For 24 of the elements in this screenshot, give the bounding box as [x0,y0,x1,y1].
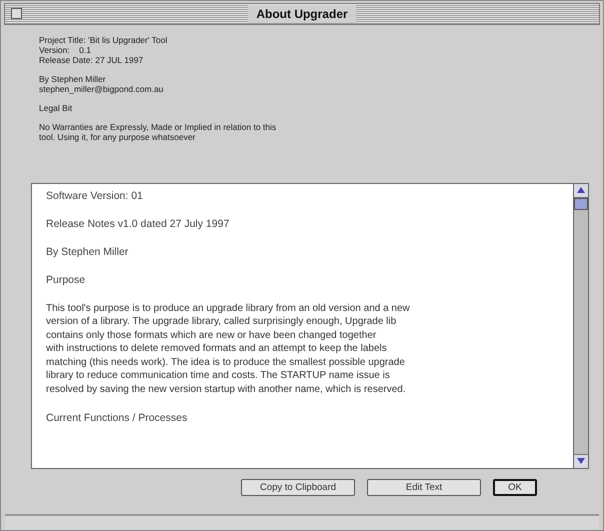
legal-text-line: tool. Using it, for any purpose whatsoever [39,132,196,142]
window-title: About Upgrader [248,4,356,23]
project-info-line: Project Title: 'Bit lis Upgrader' Tool [39,34,168,45]
up-arrow-icon[interactable] [577,187,585,194]
close-box[interactable] [11,8,22,19]
scroll-thumb[interactable] [574,198,588,210]
notes-paragraph: This tool's purpose is to produce an upgrade library from an old version and a new version of a library. The upgrade library, called surprisingly enough, Upgrade lib contains only those formats which are new or have been changed together with instructions to delete removed formats and an attempt to keep the labels matching (this needs work). The idea is to produce the smallest possible upgrade library to reduce communication time and costs. The STARTUP name issue is resolved by saving the new version startup with another name, which is reserved. [46,302,411,396]
author-line: By Stephen Miller [39,74,107,84]
notes-line: Current Functions / Processes [46,412,188,424]
scroll-bar[interactable] [573,182,589,469]
project-info-line: Version: 0.1 [39,44,92,55]
author-line: stephen_miller@bigpond.com.au [39,84,164,94]
legal-heading: Legal Bit [39,102,74,113]
dialog-button[interactable]: Edit Text [367,478,481,496]
notes-line: By Stephen Miller [46,246,130,258]
dialog-button[interactable]: Copy to Clipboard [241,478,355,496]
notes-line: Release Notes v1.0 dated 27 July 1997 [46,218,230,230]
notes-line: Purpose [46,274,86,286]
release-notes-box[interactable] [31,182,573,469]
dialog-button[interactable]: OK [493,478,537,496]
notes-line: Software Version: 01 [46,190,144,202]
project-info-line: Release Date: 27 JUL 1997 [39,54,144,65]
legal-text-line: No Warranties are Expressly, Made or Implied in relation to this [39,122,278,132]
down-arrow-icon[interactable] [577,458,585,464]
